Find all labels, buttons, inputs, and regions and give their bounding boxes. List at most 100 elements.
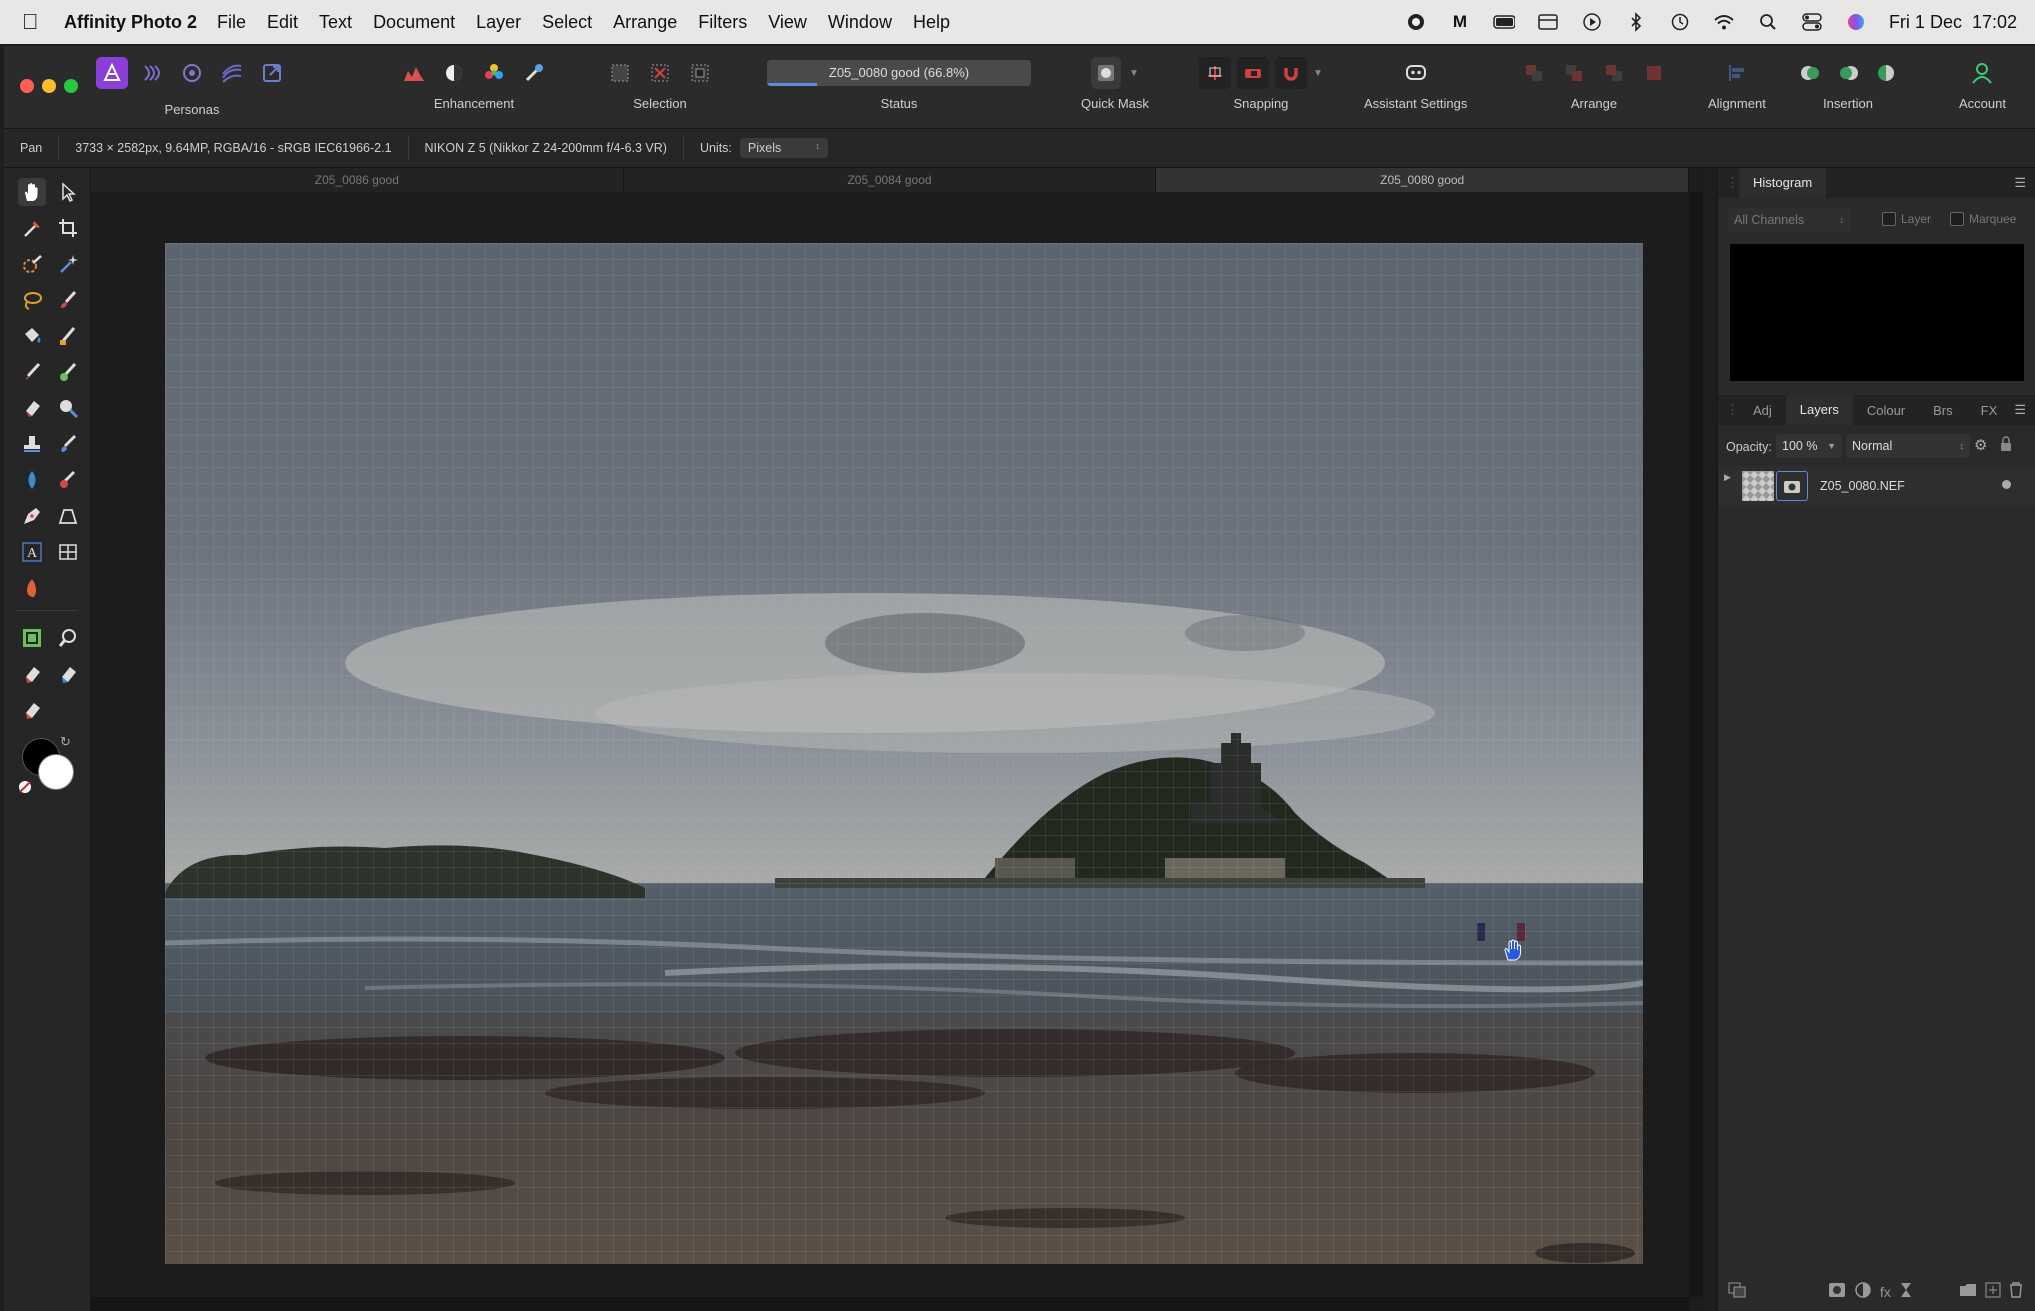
menu-window[interactable]: Window — [828, 12, 892, 33]
move-forward-one-icon[interactable] — [1598, 57, 1630, 89]
layer-name[interactable]: Z05_0080.NEF — [1820, 479, 1905, 493]
pixel-brush-tool-icon[interactable] — [18, 358, 46, 386]
snapping-dropdown-icon[interactable]: ▼ — [1313, 68, 1323, 79]
menu-view[interactable]: View — [768, 12, 807, 33]
panel-menu-icon[interactable]: ☰ — [2014, 175, 2026, 191]
marquee-checkbox-box[interactable] — [1950, 212, 1964, 226]
marquee-checkbox[interactable]: Marquee — [1950, 212, 2016, 226]
calendar-icon[interactable] — [1537, 11, 1559, 33]
tab-layers[interactable]: Layers — [1785, 395, 1853, 425]
menu-file[interactable]: File — [217, 12, 246, 33]
zoom-tool-icon[interactable] — [54, 624, 82, 652]
vertical-scrollbar[interactable] — [1689, 192, 1703, 1297]
secondary-colour-swatch[interactable] — [38, 754, 74, 790]
add-group-icon[interactable] — [1959, 1282, 1977, 1303]
document-tab-3-active[interactable]: Z05_0080 good — [1156, 168, 1690, 192]
menu-text[interactable]: Text — [319, 12, 352, 33]
insert-inside-icon[interactable] — [1870, 57, 1902, 89]
no-colour-icon[interactable] — [18, 780, 32, 799]
quick-mask-dropdown-icon[interactable]: ▼ — [1129, 68, 1139, 79]
delete-layer-icon[interactable] — [2009, 1281, 2023, 1303]
account-icon[interactable] — [1966, 57, 1998, 89]
zoom-window-button[interactable] — [64, 79, 78, 93]
channels-select[interactable]: All Channels ↕ — [1728, 208, 1850, 232]
healing-brush-tool-icon[interactable] — [54, 466, 82, 494]
add-mask-icon[interactable] — [1828, 1282, 1846, 1303]
tab-adj[interactable]: Adj — [1739, 403, 1786, 418]
menu-document[interactable]: Document — [373, 12, 455, 33]
photo-canvas[interactable] — [165, 243, 1643, 1264]
view-tool-icon[interactable] — [18, 624, 46, 652]
time-machine-icon[interactable] — [1669, 11, 1691, 33]
photo-persona-icon[interactable] — [96, 57, 128, 89]
add-pixel-layer-icon[interactable] — [1985, 1282, 2001, 1303]
snapping-icon[interactable] — [1199, 57, 1231, 89]
colour-picker-tool-icon[interactable] — [18, 214, 46, 242]
flood-select-tool-icon[interactable] — [54, 250, 82, 278]
menu-filters[interactable]: Filters — [698, 12, 747, 33]
play-icon[interactable] — [1581, 11, 1603, 33]
auto-colours-icon[interactable] — [478, 57, 510, 89]
move-back-one-icon[interactable] — [1558, 57, 1590, 89]
colour-replacement-brush-icon[interactable] — [54, 322, 82, 350]
fill-tool-icon[interactable] — [18, 322, 46, 350]
shape-tool-icon[interactable] — [54, 502, 82, 530]
control-center-icon[interactable] — [1801, 11, 1823, 33]
add-adjustment-icon[interactable] — [1854, 1281, 1872, 1304]
invert-selection-icon[interactable] — [684, 57, 716, 89]
deselect-icon[interactable] — [644, 57, 676, 89]
menu-help[interactable]: Help — [913, 12, 950, 33]
gear-icon[interactable]: ⚙ — [1974, 436, 1987, 454]
opacity-field[interactable]: 100 % ▼ — [1776, 434, 1842, 458]
quick-mask-icon[interactable] — [1091, 57, 1121, 89]
swap-colours-icon[interactable]: ↻ — [60, 734, 71, 750]
select-all-icon[interactable] — [604, 57, 636, 89]
layer-checkbox-box[interactable] — [1882, 212, 1896, 226]
tone-mapping-persona-icon[interactable] — [216, 57, 248, 89]
liquify-persona-icon[interactable] — [136, 57, 168, 89]
add-live-filter-icon[interactable]: fx — [1880, 1284, 1891, 1300]
horizontal-scrollbar[interactable] — [91, 1297, 1689, 1311]
move-to-front-icon[interactable] — [1638, 57, 1670, 89]
magnet-icon[interactable] — [1275, 57, 1307, 89]
blemish-removal-tool-icon[interactable] — [18, 696, 46, 724]
patch-tool-icon[interactable] — [18, 660, 46, 688]
bluetooth-icon[interactable] — [1625, 11, 1647, 33]
freehand-selection-tool-icon[interactable] — [18, 286, 46, 314]
battery-icon[interactable] — [1493, 11, 1515, 33]
layer-checkbox[interactable]: Layer — [1882, 212, 1931, 226]
text-tool-icon[interactable]: A — [18, 538, 46, 566]
auto-white-balance-icon[interactable] — [518, 57, 550, 89]
menu-layer[interactable]: Layer — [476, 12, 521, 33]
record-icon[interactable] — [1405, 11, 1427, 33]
panel-grip-icon[interactable]: ⋮ — [1726, 175, 1739, 191]
paint-brush-tool-icon[interactable] — [54, 286, 82, 314]
insert-behind-icon[interactable] — [1794, 57, 1826, 89]
auto-contrast-icon[interactable] — [438, 57, 470, 89]
move-to-back-icon[interactable] — [1518, 57, 1550, 89]
menu-edit[interactable]: Edit — [267, 12, 298, 33]
close-window-button[interactable] — [20, 79, 34, 93]
export-persona-icon[interactable] — [256, 57, 288, 89]
layer-visibility-dot-icon[interactable] — [2002, 480, 2011, 489]
layer-row[interactable]: ▶ Z05_0080.NEF — [1718, 466, 2035, 506]
blend-mode-select[interactable]: Normal ↕ — [1846, 434, 1970, 458]
document-tab-2[interactable]: Z05_0084 good — [623, 168, 1157, 192]
auto-levels-icon[interactable] — [398, 57, 430, 89]
menu-arrange[interactable]: Arrange — [613, 12, 677, 33]
apple-menu-icon[interactable]:  — [22, 9, 52, 35]
layer-expand-chevron-icon[interactable]: ▶ — [1724, 472, 1731, 483]
crop-tool-icon[interactable] — [54, 214, 82, 242]
siri-icon[interactable] — [1845, 11, 1867, 33]
wifi-icon[interactable] — [1713, 11, 1735, 33]
layer-options-icon[interactable] — [1728, 1282, 1746, 1303]
units-select[interactable]: Pixels ↕ — [739, 138, 828, 158]
develop-persona-icon[interactable] — [176, 57, 208, 89]
red-eye-tool-icon[interactable] — [18, 574, 46, 602]
chevron-down-icon[interactable]: ▼ — [1827, 441, 1836, 451]
document-tab-1[interactable]: Z05_0086 good — [91, 168, 624, 192]
histogram-tab[interactable]: Histogram — [1739, 168, 1827, 198]
selection-brush-tool-icon[interactable] — [18, 250, 46, 278]
pan-tool-icon[interactable] — [18, 178, 46, 206]
tab-fx[interactable]: FX — [1967, 403, 2012, 418]
